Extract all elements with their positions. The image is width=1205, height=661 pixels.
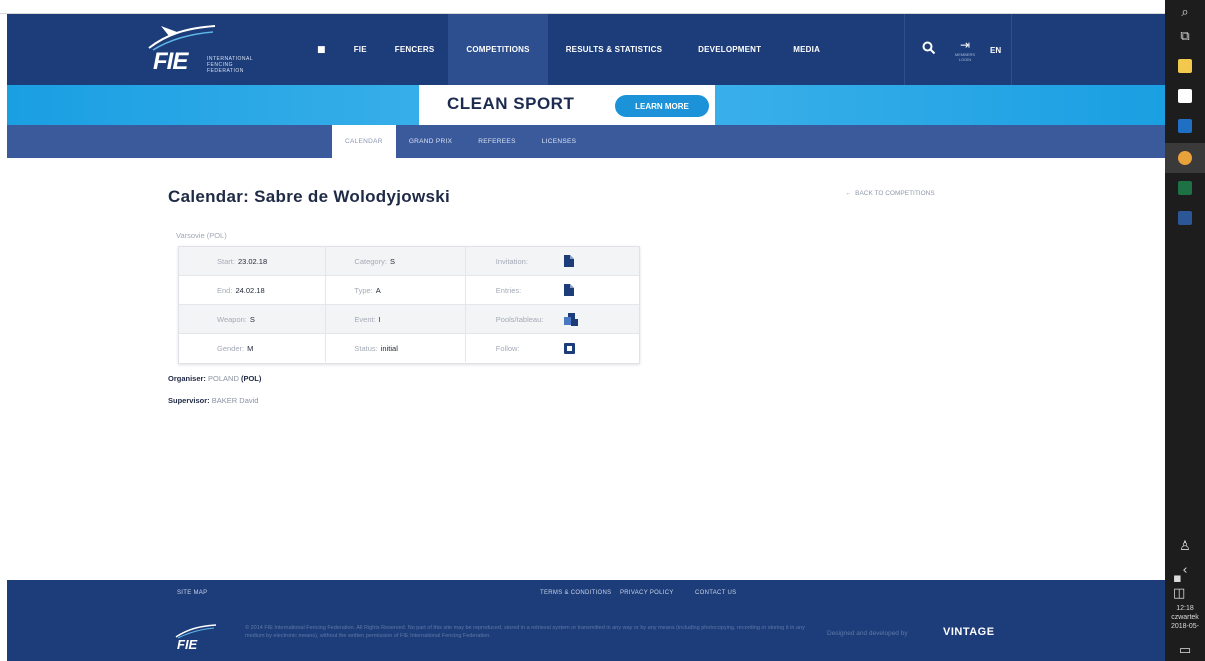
competition-location: Varsovie (POL) (176, 231, 227, 240)
nav-home[interactable]: ■ (303, 14, 340, 85)
competitions-subnav: CALENDAR GRAND PRIX REFEREES LICENSES (7, 125, 1165, 158)
terms-link[interactable]: TERMS & CONDITIONS (540, 590, 611, 596)
competition-info-table: Start: 23.02.18 Category: S Invitation: En… (178, 246, 640, 364)
screen: FIE INTERNATIONAL FENCING FEDERATION ■ F… (0, 0, 1205, 661)
fie-logo[interactable]: FIE INTERNATIONAL FENCING FEDERATION (147, 22, 277, 78)
home-icon: ■ (317, 44, 326, 55)
organiser-line: Organiser: POLAND (POL) (168, 374, 261, 383)
table-row: Weapon: S Event: I Pools/tableau: (179, 305, 639, 334)
windows-taskbar: ⌕ ⧉ ♙ ‹ ▪ ◫ 12:18 czwartek 2018-05- ▭ (1165, 0, 1205, 661)
arrow-left-icon: ← (845, 190, 856, 197)
back-to-competitions-link[interactable]: ← BACK TO COMPETITIONS (845, 190, 935, 197)
organiser-label: Organiser: (168, 374, 206, 383)
word-icon[interactable] (1173, 206, 1197, 230)
pools-tableau-icon[interactable] (563, 312, 578, 326)
table-row: Start: 23.02.18 Category: S Invitation: (179, 247, 639, 276)
language-selector[interactable]: EN (990, 46, 1001, 55)
task-view-icon[interactable]: ⧉ (1173, 24, 1197, 48)
table-cell: Event: I (326, 305, 466, 333)
tab-grand-prix[interactable]: GRAND PRIX (396, 125, 465, 158)
app-icon[interactable] (1173, 84, 1197, 108)
footer-logo-wordmark: FIE (177, 637, 198, 652)
banner-title: CLEAN SPORT (447, 94, 575, 113)
table-row: Gender: M Status: initial Follow: (179, 334, 639, 363)
excel-icon[interactable] (1173, 176, 1197, 200)
header-divider (904, 14, 905, 85)
nav-media[interactable]: MEDIA (779, 14, 834, 85)
main-nav: ■ FIE FENCERS COMPETITIONS RESULTS & STA… (303, 14, 834, 85)
organiser-code: (POL) (240, 374, 262, 383)
tab-licenses[interactable]: LICENSES (529, 125, 590, 158)
browser-top-strip (0, 0, 1165, 14)
table-cell: Follow: (466, 334, 639, 362)
table-cell: Status: initial (326, 334, 466, 362)
learn-more-button[interactable]: LEARN MORE (615, 95, 709, 117)
outlook-icon[interactable] (1173, 114, 1197, 138)
login-icon: ⇥ (959, 38, 971, 52)
magnifier-glyph (922, 41, 936, 55)
table-cell: Category: S (326, 247, 466, 275)
nav-fencers[interactable]: FENCERS (381, 14, 449, 85)
logo-wordmark: FIE (153, 48, 188, 75)
follow-icon[interactable] (563, 342, 575, 354)
site-map-link[interactable]: SITE MAP (177, 590, 207, 596)
supervisor-label: Supervisor: (168, 396, 210, 405)
footer-fie-logo[interactable]: FIE (174, 623, 234, 653)
file-explorer-icon[interactable] (1173, 54, 1197, 78)
clock-time[interactable]: 12:18 (1165, 604, 1205, 613)
members-login[interactable]: ⇥ MEMBERS LOGIN (951, 38, 979, 62)
login-label-line2: LOGIN (958, 57, 972, 62)
header-divider (1011, 14, 1012, 85)
site-footer: SITE MAP TERMS & CONDITIONS PRIVACY POLI… (7, 580, 1165, 661)
tray-icons[interactable]: ▪ ◫ (1173, 571, 1197, 601)
entries-document-icon[interactable] (563, 284, 574, 296)
tab-calendar[interactable]: CALENDAR (332, 125, 396, 158)
site-header: FIE INTERNATIONAL FENCING FEDERATION ■ F… (7, 14, 1165, 85)
chrome-icon[interactable] (1173, 146, 1197, 170)
clock-day: czwartek (1171, 614, 1199, 621)
invitation-document-icon[interactable] (563, 255, 574, 267)
privacy-link[interactable]: PRIVACY POLICY (620, 590, 674, 596)
table-cell: Start: 23.02.18 (179, 247, 327, 275)
copyright-text: © 2014 FIE International Fencing Federat… (245, 625, 805, 639)
table-cell: Pools/tableau: (466, 305, 639, 333)
people-icon[interactable]: ♙ (1173, 534, 1197, 558)
contact-link[interactable]: CONTACT US (695, 590, 736, 596)
subnav-items: CALENDAR GRAND PRIX REFEREES LICENSES (332, 125, 589, 158)
clean-sport-banner: CLEAN SPORT LEARN MORE (7, 85, 1165, 125)
nav-competitions[interactable]: COMPETITIONS (448, 14, 548, 85)
table-cell: Weapon: S (179, 305, 327, 333)
search-icon[interactable] (922, 41, 936, 59)
organiser-value: POLAND (208, 374, 239, 383)
clock-date: 2018-05- (1170, 623, 1200, 630)
table-cell: End: 24.02.18 (179, 276, 327, 304)
table-cell: Type: A (326, 276, 466, 304)
logo-subtext: INTERNATIONAL FENCING FEDERATION (207, 56, 254, 74)
table-cell: Invitation: (466, 247, 639, 275)
table-cell: Gender: M (179, 334, 327, 362)
nav-fie[interactable]: FIE (340, 14, 381, 85)
nav-results-statistics[interactable]: RESULTS & STATISTICS (548, 14, 680, 85)
nav-development[interactable]: DEVELOPMENT (680, 14, 779, 85)
tab-referees[interactable]: REFEREES (465, 125, 528, 158)
vintage-agency-logo[interactable]: VINTAGE (943, 626, 995, 638)
page-title: Calendar: Sabre de Wolodyjowski (168, 187, 450, 206)
table-cell: Entries: (466, 276, 639, 304)
supervisor-value: BAKER David (211, 396, 259, 405)
table-row: End: 24.02.18 Type: A Entries: (179, 276, 639, 305)
search-icon[interactable]: ⌕ (1173, 0, 1197, 24)
designed-by-text: Designed and developed by (827, 630, 908, 637)
supervisor-line: Supervisor: BAKER David (168, 396, 258, 405)
notifications-icon[interactable]: ▭ (1173, 638, 1197, 661)
back-link-label: BACK TO COMPETITIONS (855, 190, 935, 197)
